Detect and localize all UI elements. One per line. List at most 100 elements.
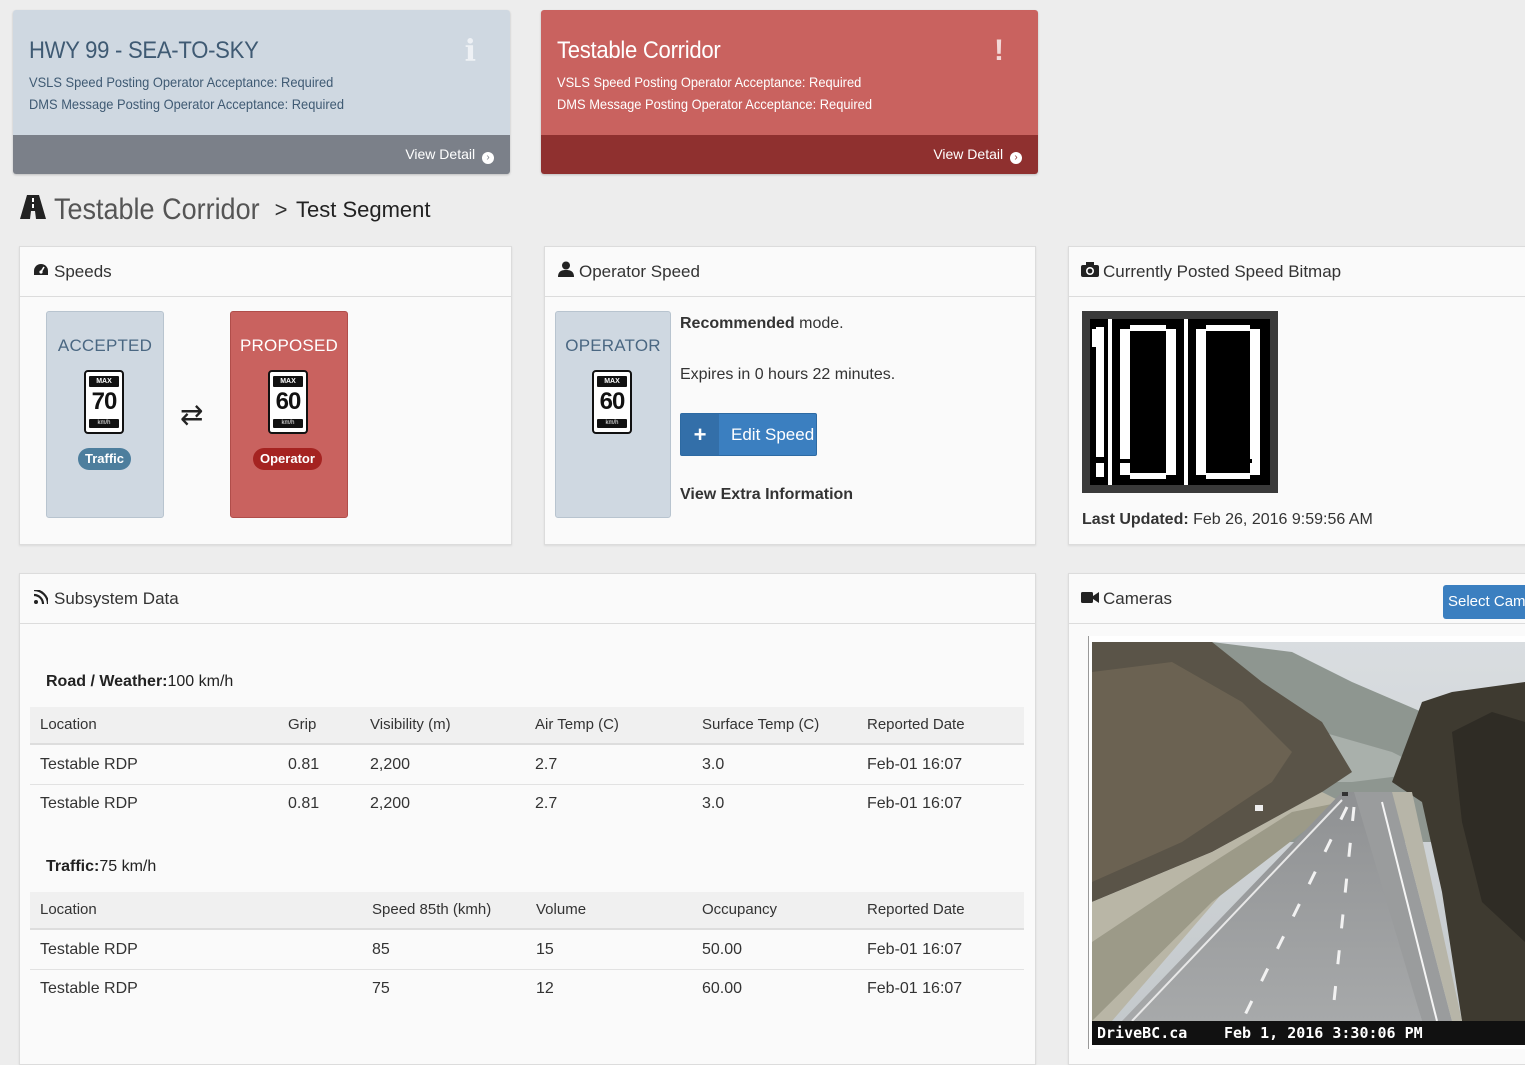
- road-weather-table-header: Location Grip Visibility (m) Air Temp (C…: [30, 707, 1024, 745]
- camera-timestamp: Feb 1, 2016 3:30:06 PM: [1224, 1024, 1423, 1042]
- select-camera-button[interactable]: Select Camera: [1443, 585, 1525, 619]
- proposed-label: PROPOSED: [240, 336, 338, 355]
- table-row: Testable RDP 0.81 2,200 2.7 3.0 Feb-01 1…: [30, 745, 1024, 785]
- table-cell: Testable RDP: [40, 795, 138, 812]
- sign-speed-value: 60: [599, 388, 626, 415]
- speeds-title: Speeds: [54, 262, 112, 281]
- table-cell: 2.7: [535, 795, 558, 812]
- sign-unit-label: km/h: [597, 419, 627, 428]
- table-cell: 12: [536, 980, 554, 997]
- road-weather-value: 100 km/h: [167, 673, 234, 690]
- view-extra-info-link[interactable]: View Extra Information: [680, 486, 853, 504]
- edit-speed-label: Edit Speed: [731, 425, 815, 444]
- sign-max-label: MAX: [89, 376, 119, 387]
- view-detail-label: View Detail: [405, 146, 476, 162]
- sign-speed-value: 60: [275, 388, 302, 415]
- traffic-value: 75 km/h: [99, 858, 157, 875]
- table-cell: Feb-01 16:07: [867, 941, 963, 958]
- last-updated-label: Last Updated:: [1082, 511, 1189, 528]
- proposed-speed-box: PROPOSED MAX 60 km/h Operator: [230, 311, 348, 518]
- road-weather-label: Road / Weather:: [46, 673, 168, 690]
- last-updated: Last Updated: Feb 26, 2016 9:59:56 AM: [1082, 511, 1373, 529]
- table-cell: 75: [372, 980, 390, 997]
- alert-card-body: Testable Corridor VSLS Speed Posting Ope…: [541, 10, 1038, 135]
- column-header: Location: [40, 901, 97, 918]
- view-detail-label: View Detail: [933, 146, 1004, 162]
- alert-card-hwy99: HWY 99 - SEA-TO-SKY VSLS Speed Posting O…: [13, 10, 510, 174]
- camera-icon: [1081, 247, 1099, 297]
- table-cell: Testable RDP: [40, 980, 138, 997]
- sign-unit-label: km/h: [89, 419, 119, 428]
- operator-label: OPERATOR: [565, 336, 661, 355]
- alert-line-vsls: VSLS Speed Posting Operator Acceptance: …: [557, 74, 862, 90]
- view-detail-link[interactable]: View Detail ›: [13, 135, 510, 174]
- speed-sign: MAX 60 km/h: [268, 370, 308, 434]
- table-cell: 50.00: [702, 941, 743, 958]
- column-header: Speed 85th (kmh): [372, 901, 492, 918]
- breadcrumb-segment: Test Segment: [295, 197, 431, 222]
- sign-max-label: MAX: [597, 376, 627, 387]
- table-cell: 15: [536, 941, 554, 958]
- alert-line-vsls: VSLS Speed Posting Operator Acceptance: …: [29, 74, 334, 90]
- table-cell: 3.0: [702, 756, 725, 773]
- traffic-heading: Traffic:75 km/h: [46, 858, 156, 876]
- table-cell: Feb-01 16:07: [867, 795, 963, 812]
- sign-max-label: MAX: [273, 376, 303, 387]
- sign-unit-label: km/h: [273, 419, 303, 428]
- subsystem-data-title: Subsystem Data: [54, 589, 179, 608]
- column-header: Volume: [536, 901, 587, 918]
- table-cell: 2,200: [370, 795, 411, 812]
- dashboard-icon: [32, 247, 50, 297]
- plus-icon: +: [681, 414, 719, 455]
- operator-speed-header: Operator Speed: [545, 247, 1035, 297]
- swap-icon[interactable]: ⇄: [180, 398, 203, 431]
- table-cell: Feb-01 16:07: [867, 980, 963, 997]
- accepted-speed-box: ACCEPTED MAX 70 km/h Traffic: [46, 311, 164, 518]
- speed-sign: MAX 60 km/h: [592, 370, 632, 434]
- edit-speed-button[interactable]: + Edit Speed: [680, 413, 817, 456]
- table-cell: 2.7: [535, 756, 558, 773]
- subsystem-data-header: Subsystem Data: [20, 574, 1035, 624]
- table-cell: Testable RDP: [40, 941, 138, 958]
- column-header: Air Temp (C): [535, 716, 619, 733]
- view-detail-link[interactable]: View Detail ›: [541, 135, 1038, 174]
- table-cell: 85: [372, 941, 390, 958]
- rss-icon: [32, 574, 50, 624]
- column-header: Occupancy: [702, 901, 778, 918]
- column-header: Surface Temp (C): [702, 716, 820, 733]
- operator-speed-box: OPERATOR MAX 60 km/h: [555, 311, 671, 518]
- alert-line-dms: DMS Message Posting Operator Acceptance:…: [557, 96, 873, 112]
- table-cell: 2,200: [370, 756, 411, 773]
- alert-title: HWY 99 - SEA-TO-SKY: [29, 37, 259, 64]
- alert-card-testable-corridor: Testable Corridor VSLS Speed Posting Ope…: [541, 10, 1038, 174]
- speed-bitmap-image: [1082, 311, 1278, 493]
- alert-title: Testable Corridor: [557, 37, 721, 64]
- breadcrumb-separator: >: [274, 197, 288, 222]
- table-cell: 3.0: [702, 795, 725, 812]
- operator-badge: Operator: [253, 448, 322, 470]
- user-icon: [557, 247, 575, 297]
- arrow-circle-icon: ›: [482, 152, 494, 164]
- table-cell: 0.81: [288, 756, 320, 773]
- breadcrumb-corridor[interactable]: Testable Corridor: [54, 193, 260, 227]
- video-camera-icon: [1081, 574, 1099, 624]
- table-cell: Testable RDP: [40, 756, 138, 773]
- speed-sign: MAX 70 km/h: [84, 370, 124, 434]
- posted-bitmap-title: Currently Posted Speed Bitmap: [1103, 262, 1342, 281]
- table-cell: Feb-01 16:07: [867, 756, 963, 773]
- column-header: Reported Date: [867, 716, 965, 733]
- mode-text: Recommended mode.: [680, 315, 844, 333]
- table-row: Testable RDP 0.81 2,200 2.7 3.0 Feb-01 1…: [30, 784, 1024, 823]
- alert-card-body: HWY 99 - SEA-TO-SKY VSLS Speed Posting O…: [13, 10, 510, 135]
- posted-bitmap-header: Currently Posted Speed Bitmap: [1069, 247, 1525, 297]
- column-header: Reported Date: [867, 901, 965, 918]
- table-cell: 60.00: [702, 980, 743, 997]
- exclamation-icon: !: [994, 34, 1004, 67]
- table-cell: 0.81: [288, 795, 320, 812]
- accepted-label: ACCEPTED: [57, 336, 153, 355]
- traffic-label: Traffic:: [46, 858, 100, 875]
- camera-source: DriveBC.ca: [1097, 1024, 1188, 1042]
- camera-feed-image[interactable]: [1092, 642, 1525, 1021]
- speeds-panel-header: Speeds: [20, 247, 511, 297]
- expires-text: Expires in 0 hours 22 minutes.: [680, 366, 896, 383]
